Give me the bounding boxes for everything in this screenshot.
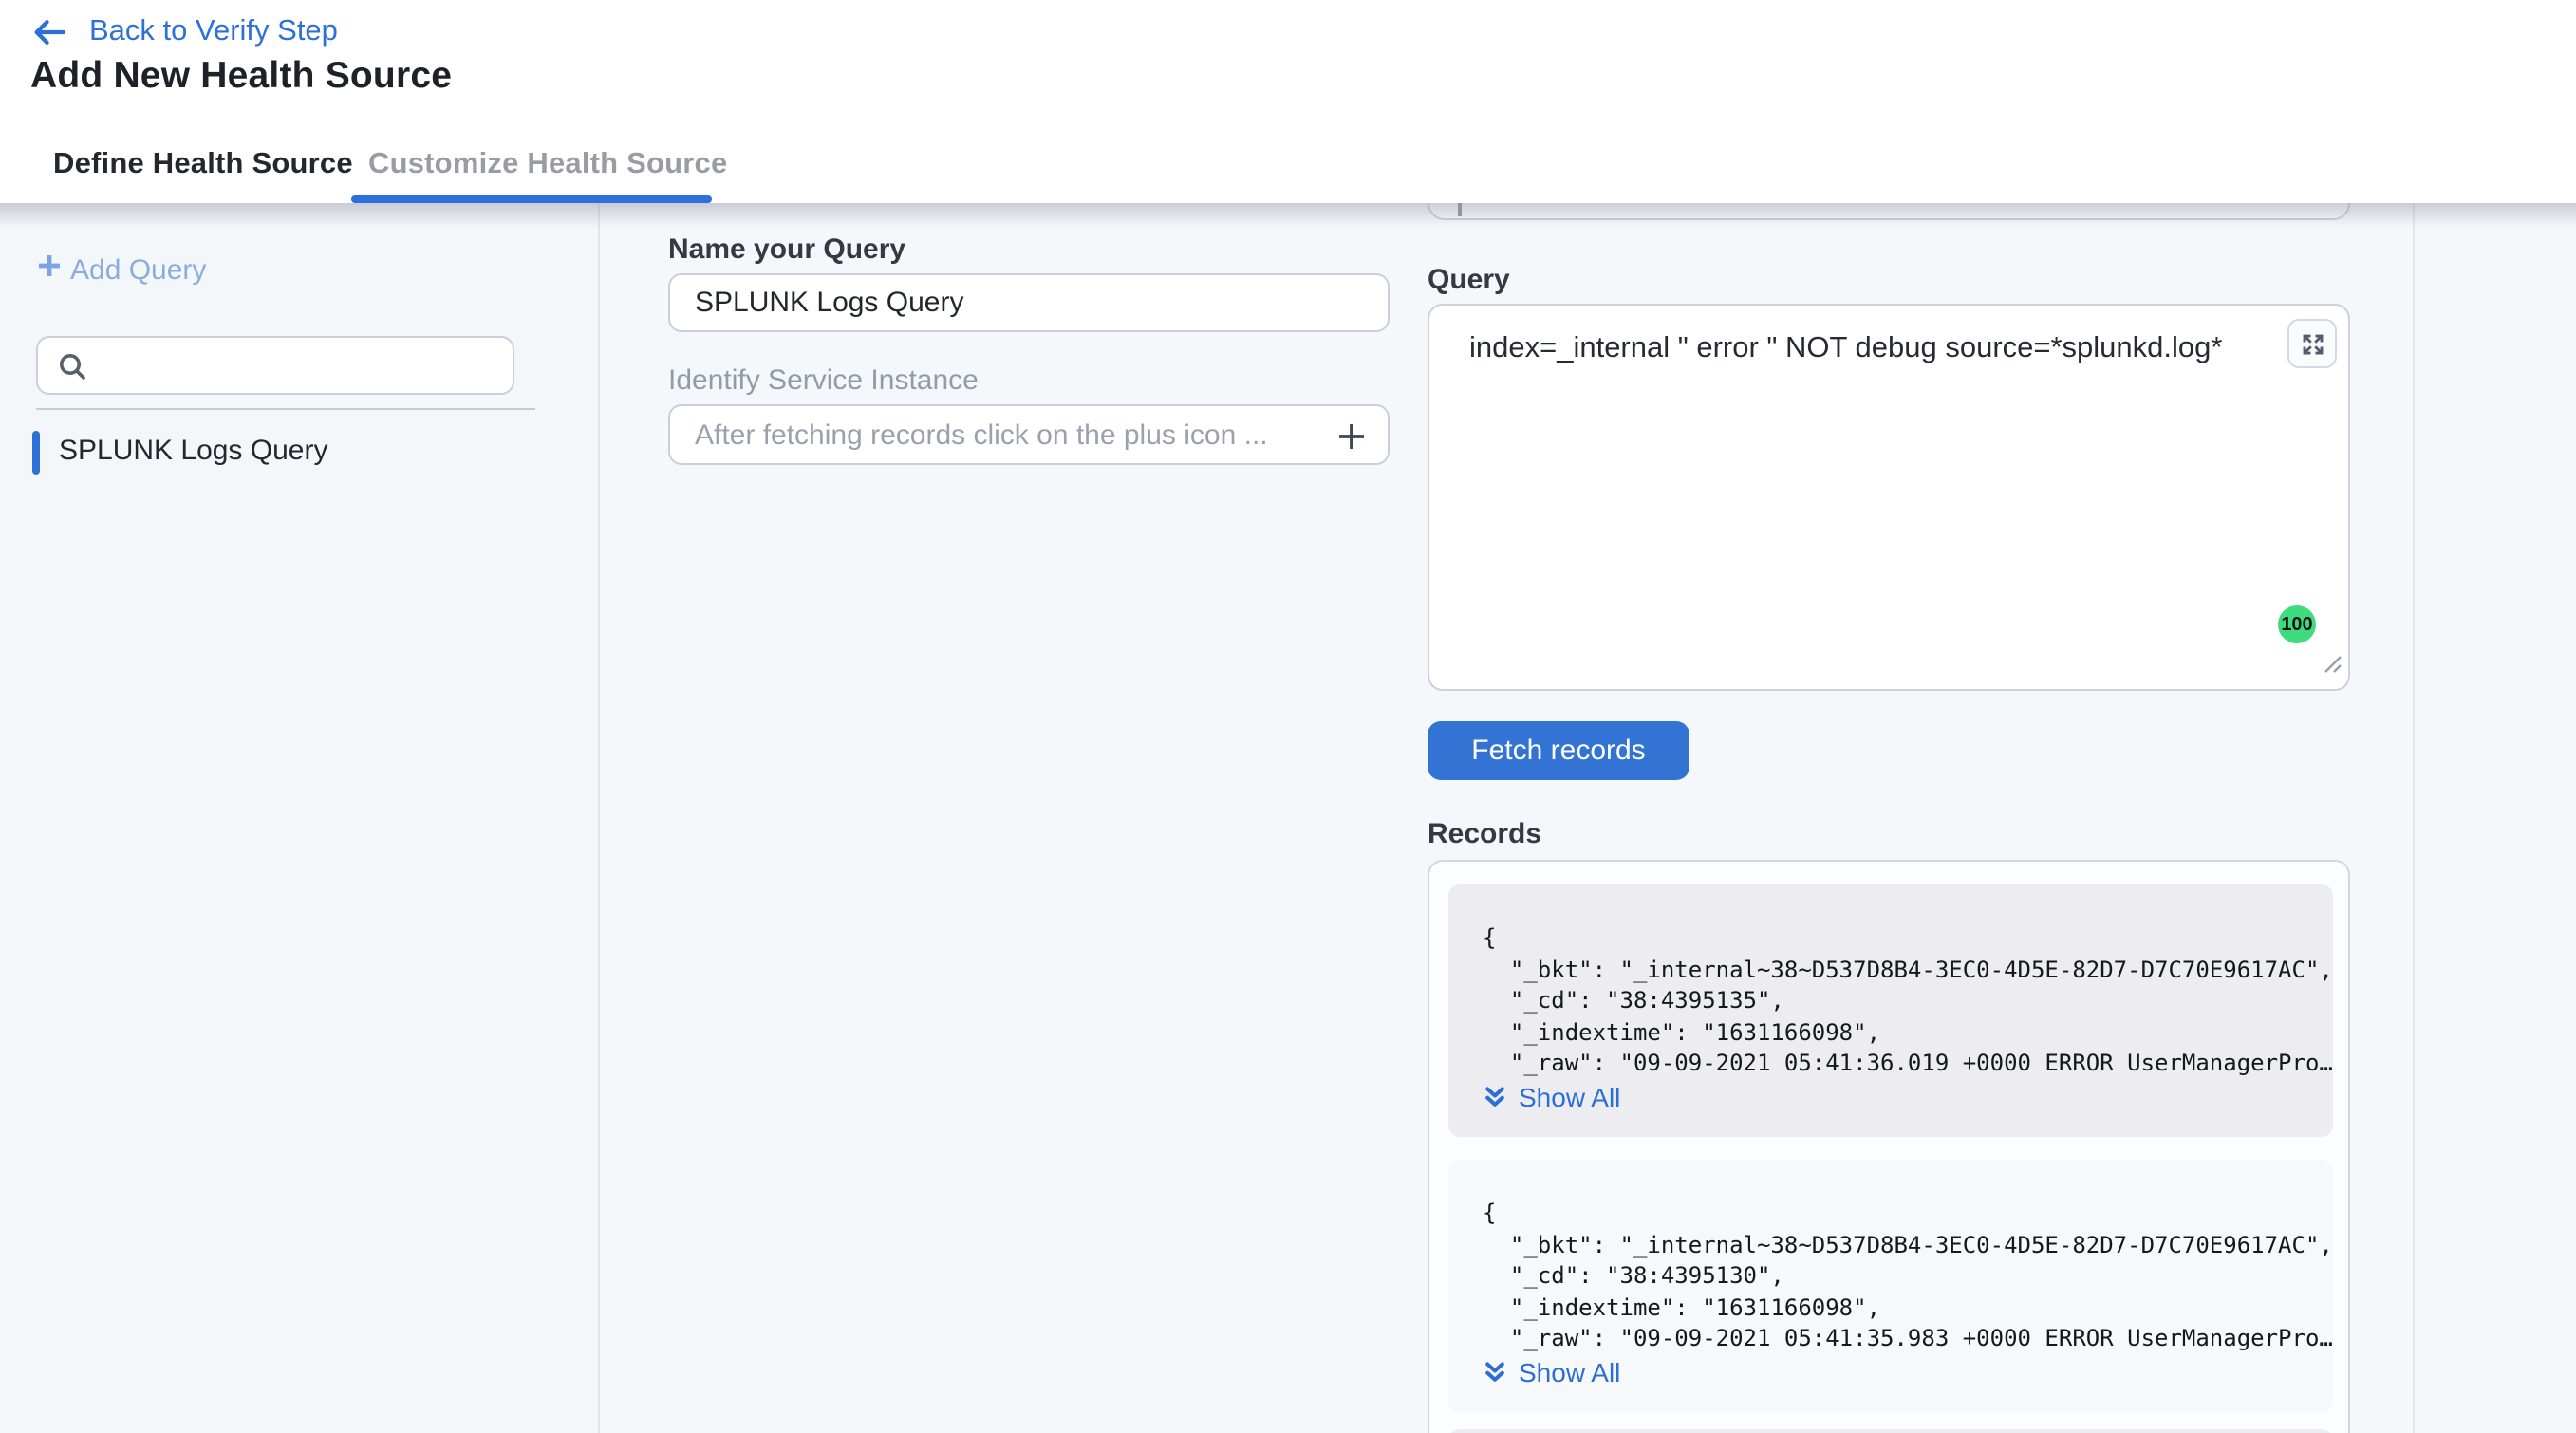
back-to-verify-step-link[interactable]: Back to Verify Step xyxy=(30,9,338,55)
arrow-left-icon xyxy=(30,15,68,49)
selected-indicator-bar xyxy=(32,431,40,475)
fetch-records-button[interactable]: Fetch records xyxy=(1428,721,1689,780)
add-query-button[interactable]: Add Query xyxy=(34,251,206,290)
record-count-badge: 100 xyxy=(2278,605,2316,643)
page-title: Add New Health Source xyxy=(30,55,452,99)
active-tab-indicator xyxy=(351,195,712,203)
query-textarea[interactable]: index=_internal " error " NOT debug sour… xyxy=(1428,304,2350,691)
search-icon xyxy=(57,351,89,383)
query-search-box xyxy=(36,336,514,395)
identify-service-instance-label: Identify Service Instance xyxy=(668,364,979,397)
plus-icon xyxy=(34,251,65,290)
record-card-partial xyxy=(1448,1429,2333,1433)
record-card: { "_bkt": "_internal~38~D537D8B4-3EC0-4D… xyxy=(1448,884,2333,1137)
records-label: Records xyxy=(1428,818,1541,850)
plus-icon xyxy=(1333,418,1371,456)
double-chevron-down-icon xyxy=(1483,1084,1507,1110)
record-json: { "_bkt": "_internal~38~D537D8B4-3EC0-4D… xyxy=(1483,922,2333,1079)
sidebar-divider xyxy=(36,408,535,410)
service-instance-field xyxy=(668,404,1390,465)
text-cursor xyxy=(1458,201,1462,216)
page: Add Query SPLUNK Logs Query Name your Qu… xyxy=(0,0,2576,1433)
show-all-label: Show All xyxy=(1519,1082,1620,1112)
search-input[interactable] xyxy=(99,340,497,391)
show-all-button[interactable]: Show All xyxy=(1483,1357,1620,1387)
fetch-records-label: Fetch records xyxy=(1471,735,1645,767)
query-list-sidebar: Add Query SPLUNK Logs Query xyxy=(0,203,600,1433)
back-link-label: Back to Verify Step xyxy=(89,15,338,49)
tab-define-health-source[interactable]: Define Health Source xyxy=(53,148,353,182)
service-instance-input[interactable] xyxy=(670,406,1388,463)
resize-grip[interactable] xyxy=(2324,649,2343,683)
double-chevron-down-icon xyxy=(1483,1359,1507,1386)
expand-icon xyxy=(2298,329,2326,358)
query-name-field xyxy=(668,273,1390,332)
show-all-button[interactable]: Show All xyxy=(1483,1082,1620,1112)
right-panel-divider xyxy=(2413,203,2415,1433)
query-text: index=_internal " error " NOT debug sour… xyxy=(1469,332,2222,366)
record-card: { "_bkt": "_internal~38~D537D8B4-3EC0-4D… xyxy=(1448,1160,2333,1412)
expand-query-button[interactable] xyxy=(2287,319,2337,368)
query-item-label: SPLUNK Logs Query xyxy=(59,435,327,467)
tab-customize-health-source[interactable]: Customize Health Source xyxy=(368,148,727,182)
record-json: { "_bkt": "_internal~38~D537D8B4-3EC0-4D… xyxy=(1483,1198,2333,1354)
records-list: { "_bkt": "_internal~38~D537D8B4-3EC0-4D… xyxy=(1428,860,2350,1433)
query-label: Query xyxy=(1428,264,1510,296)
page-header: Back to Verify Step Add New Health Sourc… xyxy=(0,0,2576,203)
add-query-label: Add Query xyxy=(70,254,206,287)
sidebar-item-splunk-logs-query[interactable]: SPLUNK Logs Query xyxy=(0,429,600,478)
add-service-instance-button[interactable] xyxy=(1333,418,1371,456)
name-your-query-label: Name your Query xyxy=(668,233,905,266)
query-name-input[interactable] xyxy=(670,275,1388,330)
show-all-label: Show All xyxy=(1519,1357,1620,1387)
